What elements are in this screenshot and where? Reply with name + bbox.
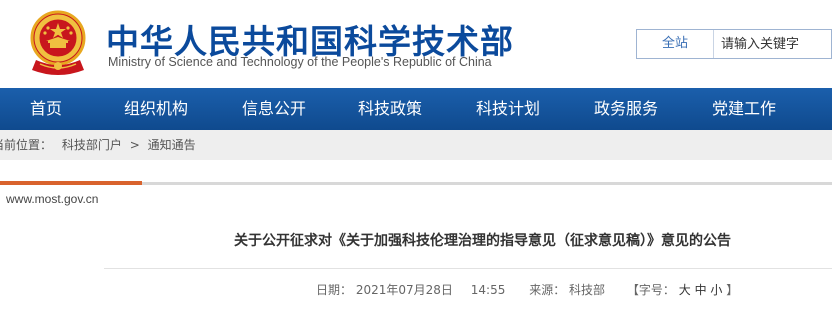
font-size-large[interactable]: 大 (679, 281, 691, 298)
nav-item-disclosure[interactable]: 信息公开 (242, 88, 306, 130)
search-input[interactable] (717, 32, 832, 56)
breadcrumb-prefix: 当前位置： (0, 138, 53, 152)
date-label: 日期： (316, 283, 353, 297)
title-divider (104, 268, 832, 269)
article-source: 科技部 (569, 283, 606, 297)
breadcrumb-item-portal[interactable]: 科技部门户 (62, 130, 122, 160)
font-size-label-close: 】 (726, 283, 739, 297)
article-date: 2021年07月28日 (355, 283, 453, 297)
nav-item-organization[interactable]: 组织机构 (124, 88, 188, 130)
content-divider-accent (0, 181, 142, 185)
article-time: 14:55 (470, 283, 506, 297)
national-emblem-icon[interactable] (26, 8, 90, 80)
article-meta: 日期： 2021年07月28日 14:55 来源： 科技部 【字号： 大 中 小… (316, 281, 738, 298)
nav-item-party[interactable]: 党建工作 (712, 88, 776, 130)
search-scope-select[interactable]: 全站 (637, 30, 714, 58)
breadcrumb-item-notices[interactable]: 通知通告 (148, 130, 196, 160)
site-header: 中华人民共和国科学技术部 Ministry of Science and Tec… (0, 0, 832, 88)
nav-item-policy[interactable]: 科技政策 (358, 88, 422, 130)
nav-item-home[interactable]: 首页 (30, 88, 62, 130)
breadcrumb: 当前位置： 科技部门户 > 通知通告 (0, 130, 832, 160)
article-title: 关于公开征求对《关于加强科技伦理治理的指导意见（征求意见稿）》意见的公告 (234, 233, 731, 249)
font-size-label: 【字号： (626, 283, 675, 297)
main-nav: 首页 组织机构 信息公开 科技政策 科技计划 政务服务 党建工作 (0, 88, 832, 130)
font-size-medium[interactable]: 中 (695, 281, 707, 298)
search-box: 全站 (636, 29, 832, 59)
nav-item-programs[interactable]: 科技计划 (476, 88, 540, 130)
site-url: www.most.gov.cn (6, 192, 99, 206)
breadcrumb-separator: > (129, 138, 140, 152)
source-label: 来源： (529, 283, 566, 297)
site-subtitle-en: Ministry of Science and Technology of th… (108, 55, 492, 69)
nav-item-services[interactable]: 政务服务 (594, 88, 658, 130)
font-size-small[interactable]: 小 (710, 281, 722, 298)
